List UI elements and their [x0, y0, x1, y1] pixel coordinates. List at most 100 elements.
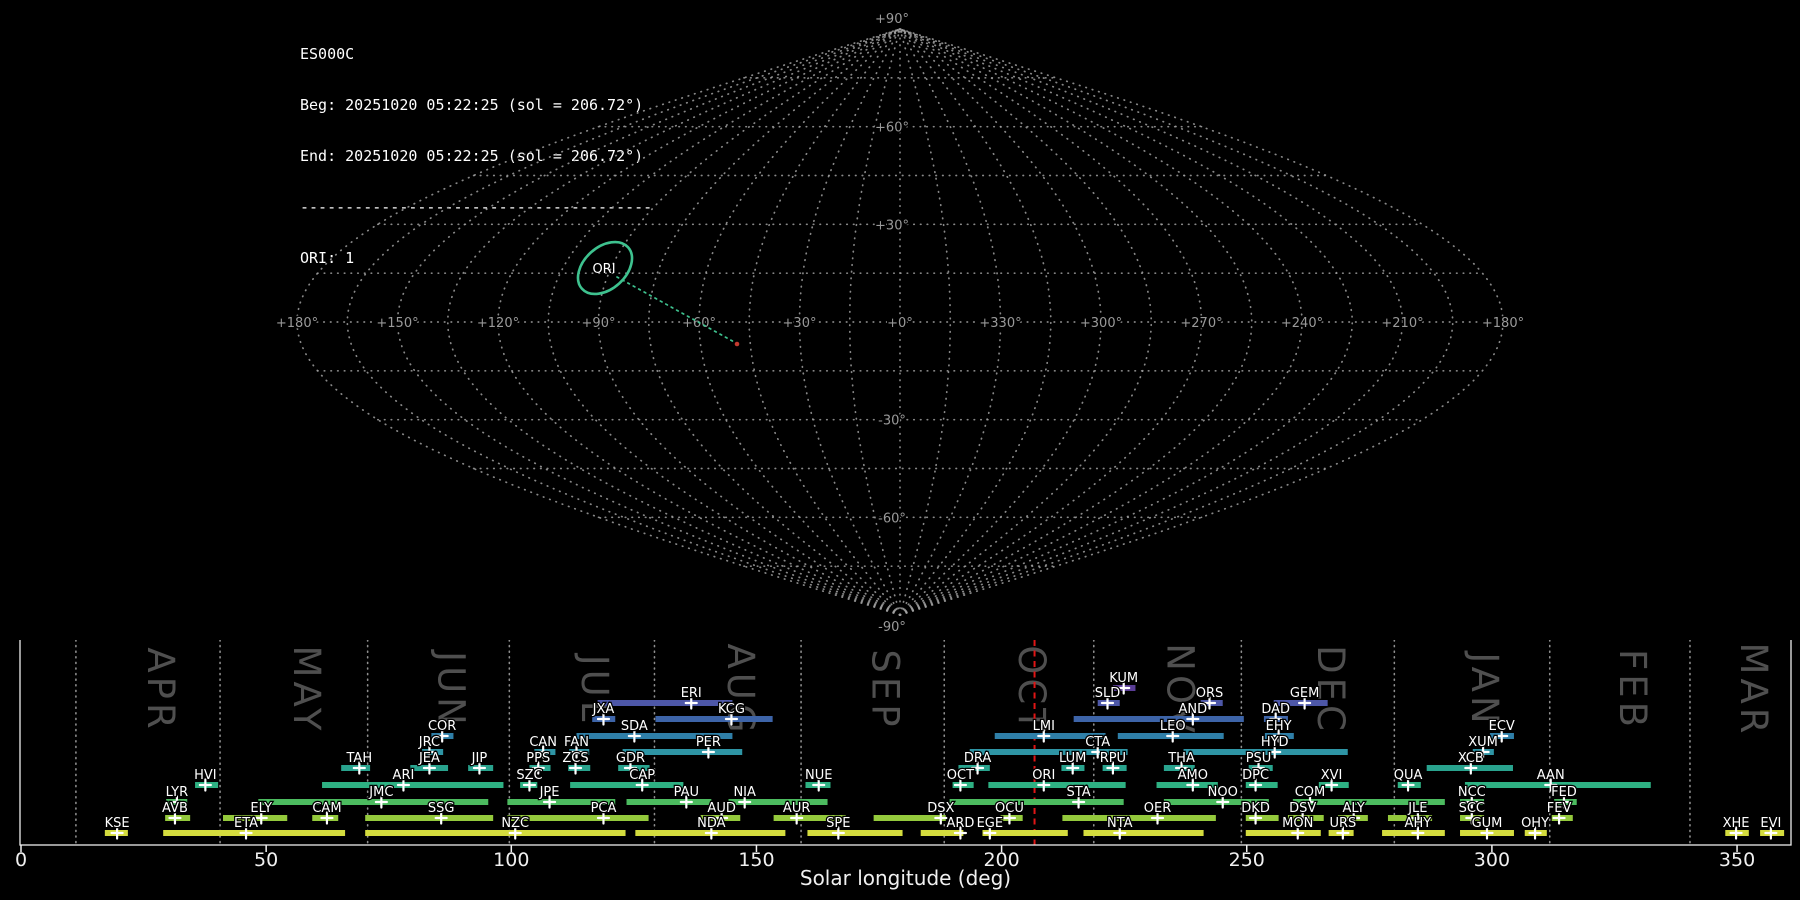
shower-bar-NZC — [365, 830, 625, 836]
shower-bar-KCG — [655, 716, 772, 722]
shower-bar-AND — [1074, 716, 1244, 722]
shower-label-AUD: AUD — [707, 801, 735, 816]
shower-bar-STA — [950, 799, 1124, 805]
shower-label-OCU: OCU — [995, 801, 1024, 816]
shower-label-NIA: NIA — [733, 785, 756, 800]
shower-label-OHY: OHY — [1521, 816, 1549, 831]
shower-label-PPS: PPS — [526, 751, 550, 766]
shower-label-THA: THA — [1167, 751, 1195, 766]
map-lat-label-0: +90° — [875, 12, 909, 27]
map-lon-label-6: +0° — [887, 316, 913, 331]
shower-label-DSV: DSV — [1289, 801, 1316, 816]
shower-label-FEV: FEV — [1547, 801, 1572, 816]
shower-label-EHY: EHY — [1266, 719, 1292, 734]
shower-label-QUA: QUA — [1394, 768, 1423, 783]
shower-label-DAD: DAD — [1261, 702, 1290, 717]
shower-label-SCC: SCC — [1459, 801, 1485, 816]
month-label-FEB: FEB — [1611, 649, 1654, 731]
map-lon-label-7: +330° — [979, 316, 1021, 331]
shower-label-ETA: ETA — [234, 816, 258, 831]
shower-label-JIP: JIP — [471, 751, 488, 766]
shower-label-OER: OER — [1144, 801, 1171, 816]
shower-label-AND: AND — [1178, 702, 1207, 717]
shower-label-MON: MON — [1282, 816, 1313, 831]
shower-label-JEA: JEA — [418, 751, 440, 766]
shower-label-LEO: LEO — [1160, 719, 1186, 734]
shower-label-GUM: GUM — [1472, 816, 1503, 831]
shower-bar-ERI — [598, 700, 733, 706]
shower-label-PSU: PSU — [1246, 751, 1272, 766]
shower-label-EVI: EVI — [1760, 816, 1781, 831]
shower-label-JXA: JXA — [592, 702, 615, 717]
shower-label-ERI: ERI — [681, 686, 702, 701]
shower-label-LMI: LMI — [1033, 719, 1055, 734]
x-tick-label-250: 250 — [1229, 849, 1265, 871]
radiant-label: ORI — [592, 262, 615, 277]
shower-label-XVI: XVI — [1321, 768, 1343, 783]
shower-label-DSX: DSX — [927, 801, 954, 816]
shower-label-NOO: NOO — [1208, 785, 1238, 800]
shower-label-ORI: ORI — [1032, 768, 1055, 783]
shower-label-ARI: ARI — [393, 768, 415, 783]
shower-label-JRC: JRC — [418, 735, 440, 750]
month-label-SEP: SEP — [864, 649, 907, 730]
shower-label-LUM: LUM — [1059, 751, 1086, 766]
month-label-MAY: MAY — [285, 646, 328, 735]
chart-root: APRMAYJUNJULAUGSEPOCTNOVDECJANFEBMARKUME… — [15, 640, 1791, 890]
shower-label-TAH: TAH — [346, 751, 373, 766]
shower-label-JMC: JMC — [368, 785, 393, 800]
shower-label-NDA: NDA — [697, 816, 726, 831]
shower-label-AMO: AMO — [1178, 768, 1208, 783]
shower-label-PER: PER — [696, 735, 721, 750]
shower-bar-ORI — [988, 782, 1125, 788]
shower-label-GDR: GDR — [616, 751, 645, 766]
map-lon-label-12: +180° — [1482, 316, 1524, 331]
month-label-MAR: MAR — [1732, 643, 1775, 738]
shower-label-ALY: ALY — [1342, 801, 1364, 816]
shower-label-RPU: RPU — [1100, 751, 1126, 766]
shower-label-JLE: JLE — [1407, 801, 1427, 816]
shower-label-XCB: XCB — [1458, 751, 1484, 766]
shower-label-EGE: EGE — [977, 816, 1004, 831]
map-lon-label-3: +90° — [582, 316, 616, 331]
map-lat-label-4: -60° — [878, 511, 906, 526]
shower-label-NCC: NCC — [1458, 785, 1486, 800]
map-lon-label-11: +210° — [1381, 316, 1423, 331]
shower-label-FAN: FAN — [564, 735, 589, 750]
shower-label-ECV: ECV — [1489, 719, 1515, 734]
x-tick-label-350: 350 — [1719, 849, 1755, 871]
shower-label-GEM: GEM — [1290, 686, 1320, 701]
shower-label-CAN: CAN — [529, 735, 557, 750]
map-lon-label-8: +300° — [1080, 316, 1122, 331]
shower-label-SPE: SPE — [826, 816, 850, 831]
map-lat-label-3: -30° — [878, 414, 906, 429]
shower-label-ARD: ARD — [946, 816, 974, 831]
meteor-shower-activity-viewer: ES000C Beg: 20251020 05:22:25 (sol = 206… — [0, 0, 1800, 900]
month-label-APR: APR — [139, 647, 182, 732]
map-lon-label-5: +30° — [783, 316, 817, 331]
shower-label-HYD: HYD — [1261, 735, 1289, 750]
shower-label-KCG: KCG — [718, 702, 745, 717]
shower-label-HVI: HVI — [194, 768, 217, 783]
shower-label-ZCS: ZCS — [562, 751, 588, 766]
map-lat-label-2: +30° — [875, 218, 909, 233]
x-axis-title: Solar longitude (deg) — [800, 866, 1011, 890]
shower-label-DRA: DRA — [964, 751, 992, 766]
shower-label-CTA: CTA — [1085, 735, 1110, 750]
shower-label-ORS: ORS — [1196, 686, 1224, 701]
shower-label-CAP: CAP — [629, 768, 655, 783]
map-lon-label-0: +180° — [276, 316, 318, 331]
shower-label-DKD: DKD — [1241, 801, 1270, 816]
activity-timeline-chart: APRMAYJUNJULAUGSEPOCTNOVDECJANFEBMARKUME… — [0, 640, 1800, 900]
shower-bar-OER — [1062, 815, 1215, 821]
shower-label-COR: COR — [428, 719, 456, 734]
shower-label-NTA: NTA — [1107, 816, 1133, 831]
x-tick-label-300: 300 — [1474, 849, 1510, 871]
shower-bar-SPE — [807, 830, 902, 836]
shower-label-XUM: XUM — [1468, 735, 1498, 750]
shower-label-AAN: AAN — [1537, 768, 1565, 783]
shower-label-AUR: AUR — [783, 801, 810, 816]
shower-label-STA: STA — [1067, 785, 1091, 800]
shower-label-XHE: XHE — [1723, 816, 1750, 831]
month-label-JUN: JUN — [429, 649, 472, 729]
